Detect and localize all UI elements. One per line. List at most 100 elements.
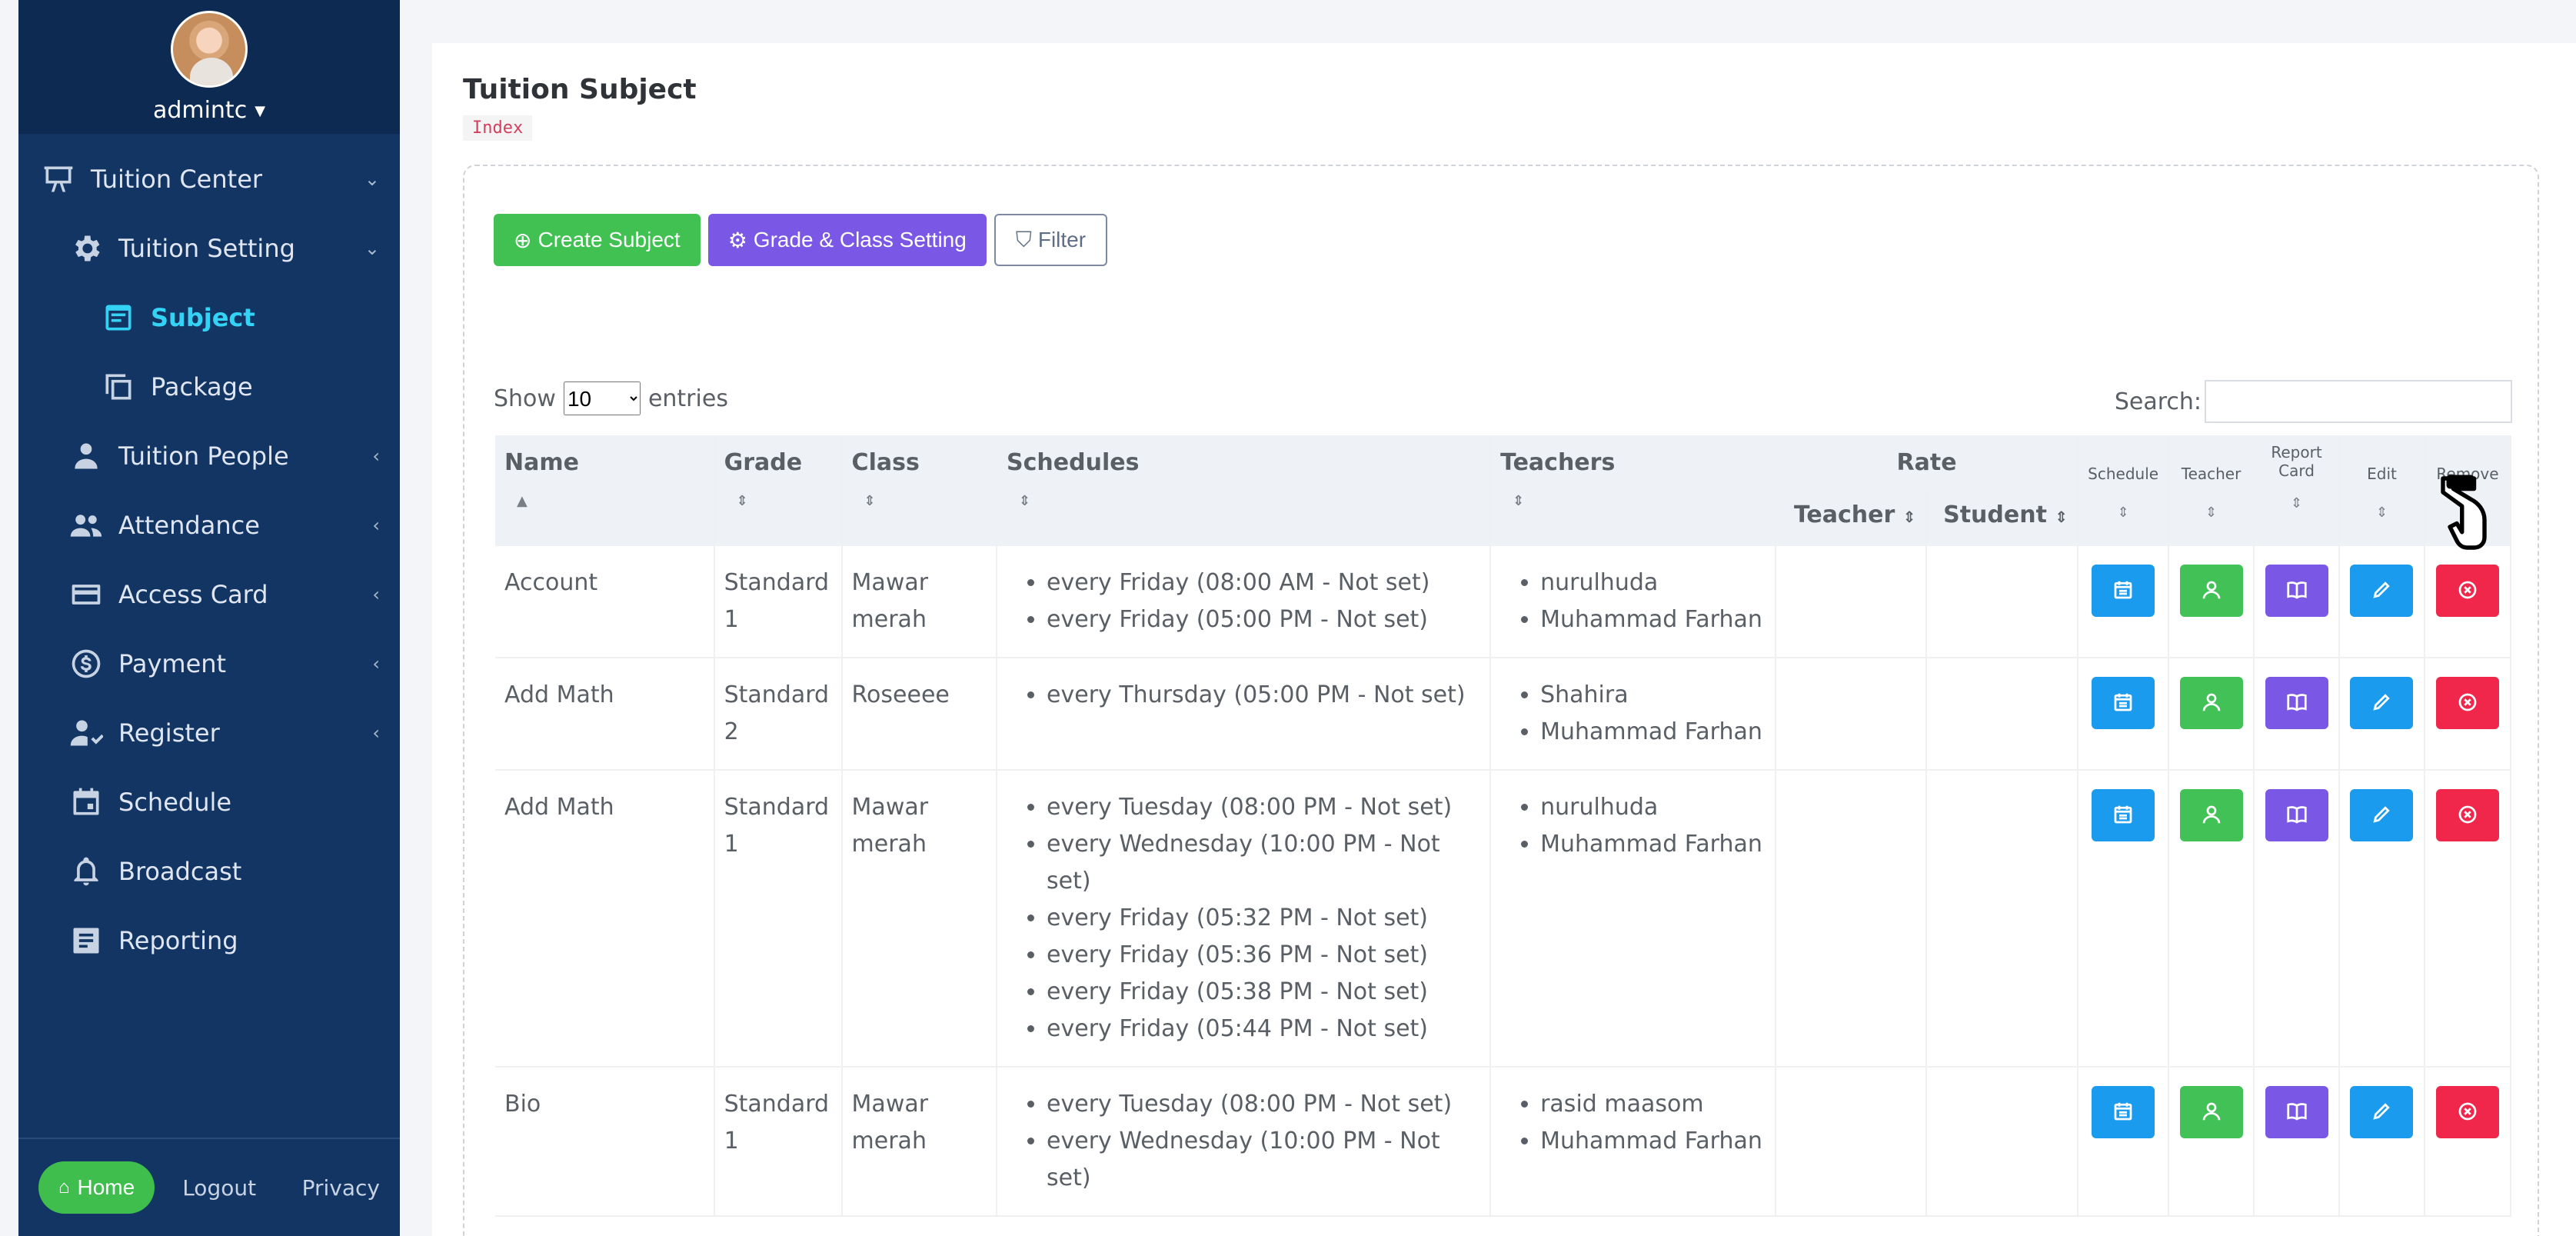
sort-icon: ⇕ — [1902, 508, 1916, 526]
bell-icon — [66, 855, 106, 888]
teacher-button[interactable] — [2179, 789, 2243, 841]
chevron-down-icon: ⌄ — [364, 238, 380, 259]
report-card-cell — [2254, 546, 2340, 658]
remove-button[interactable] — [2435, 677, 2499, 729]
sidebar-item-label: Tuition People — [118, 441, 289, 471]
schedule-button[interactable] — [2092, 565, 2155, 617]
remove-button[interactable] — [2435, 789, 2499, 841]
cell-teachers-item: Shahira — [1540, 677, 1766, 714]
search-input[interactable] — [2205, 380, 2512, 423]
col-rate-student[interactable]: Student ⇕ — [1925, 491, 2079, 546]
sidebar-item-tuition-setting[interactable]: Tuition Setting ⌄ — [18, 214, 400, 283]
create-subject-button[interactable]: ⊕ Create Subject — [494, 214, 701, 266]
col-name[interactable]: Name ▲ — [495, 435, 715, 546]
cell-teachers: nurulhudaMuhammad Farhan — [1490, 770, 1776, 1068]
logout-link[interactable]: Logout — [182, 1175, 256, 1201]
cell-teachers: ShahiraMuhammad Farhan — [1490, 658, 1776, 771]
sidebar-item-label: Broadcast — [118, 857, 242, 886]
edit-button[interactable] — [2350, 565, 2414, 617]
gear-icon: ⚙ — [727, 228, 747, 252]
teacher-cell — [2168, 1067, 2255, 1217]
sidebar-item-attendance[interactable]: Attendance ‹ — [18, 491, 400, 560]
teacher-button[interactable] — [2179, 565, 2243, 617]
col-rate-teacher[interactable]: Teacher ⇕ — [1775, 491, 1927, 546]
cell-name-value: Add Math — [504, 681, 614, 708]
cell-schedules: every Friday (08:00 AM - Not set)every F… — [997, 546, 1492, 658]
schedule-cell — [2078, 770, 2170, 1068]
sidebar-item-reporting[interactable]: Reporting — [18, 906, 400, 975]
home-button[interactable]: ⌂ Home — [38, 1161, 155, 1214]
col-teachers[interactable]: Teachers ⇕ — [1490, 435, 1776, 546]
cell-rate-student — [1925, 770, 2079, 1068]
hand-pointer-icon — [2441, 475, 2487, 550]
cell-schedules: every Thursday (05:00 PM - Not set) — [997, 658, 1492, 771]
cell-grade-value: Standard 1 — [724, 1091, 830, 1154]
remove-button[interactable] — [2435, 565, 2499, 617]
schedule-button[interactable] — [2092, 677, 2155, 729]
cell-class-value: Mawar merah — [851, 1091, 929, 1154]
table-body: Account Standard 1 Mawar merah every Friday… — [495, 546, 2512, 1217]
sidebar-item-tuition-center[interactable]: Tuition Center ⌄ — [18, 145, 400, 214]
col-grade[interactable]: Grade ⇕ — [714, 435, 843, 546]
sidebar-item-package[interactable]: Package — [18, 352, 400, 421]
sort-icon: ⇕ — [1019, 493, 1031, 509]
edit-button[interactable] — [2350, 677, 2414, 729]
home-label: Home — [77, 1175, 135, 1199]
col-schedule[interactable]: Schedule ⇕ — [2078, 435, 2170, 546]
sidebar-item-schedule[interactable]: Schedule — [18, 768, 400, 837]
table-row: Add Math Standard 1 Mawar merah every Tuesd… — [495, 770, 2512, 1068]
cell-schedules-item: every Thursday (05:00 PM - Not set) — [1047, 677, 1480, 714]
teacher-button[interactable] — [2179, 1086, 2243, 1138]
entries-control: Show 10 entries — [494, 381, 728, 415]
subject-table: Name ▲ Grade ⇕ Class ⇕ Schedules ⇕ Teachers ⇕… — [495, 435, 2512, 1217]
grade-class-setting-button[interactable]: ⚙ Grade & Class Setting — [707, 214, 987, 266]
sidebar-item-tuition-people[interactable]: Tuition People ‹ — [18, 421, 400, 491]
sidebar-item-register[interactable]: Register ‹ — [18, 698, 400, 768]
schedule-cell — [2078, 1067, 2170, 1217]
col-schedules[interactable]: Schedules ⇕ — [997, 435, 1492, 546]
sidebar-item-broadcast[interactable]: Broadcast — [18, 837, 400, 906]
edit-button[interactable] — [2350, 789, 2414, 841]
edit-button[interactable] — [2350, 1086, 2414, 1138]
col-report-card-label: Report Card — [2271, 443, 2322, 480]
report-card-button[interactable] — [2265, 1086, 2328, 1138]
report-card-button[interactable] — [2265, 677, 2328, 729]
cell-teachers-item: nurulhuda — [1540, 789, 1766, 826]
entries-select[interactable]: 10 — [563, 381, 641, 415]
schedule-button[interactable] — [2092, 1086, 2155, 1138]
sidebar-item-subject[interactable]: Subject — [18, 283, 400, 352]
person-icon — [66, 439, 106, 473]
col-name-label: Name — [504, 449, 579, 476]
report-card-button[interactable] — [2265, 789, 2328, 841]
privacy-link[interactable]: Privacy — [302, 1175, 380, 1201]
schedule-cell — [2078, 658, 2170, 771]
cell-name: Add Math — [495, 770, 715, 1068]
user-menu[interactable]: admintc ▼ — [18, 97, 400, 124]
sort-icon: ⇕ — [864, 493, 876, 509]
col-teacher[interactable]: Teacher ⇕ — [2168, 435, 2255, 546]
sidebar-item-access-card[interactable]: Access Card ‹ — [18, 560, 400, 629]
cell-teachers-item: Muhammad Farhan — [1540, 601, 1766, 638]
sidebar-item-payment[interactable]: Payment ‹ — [18, 629, 400, 698]
filter-button[interactable]: ⛉ Filter — [993, 214, 1108, 266]
edit-cell — [2339, 770, 2425, 1068]
teacher-button[interactable] — [2179, 677, 2243, 729]
cell-grade: Standard 2 — [714, 658, 843, 771]
cell-class: Mawar merah — [841, 770, 998, 1068]
remove-button[interactable] — [2435, 1086, 2499, 1138]
chevron-left-icon: ‹ — [372, 722, 380, 744]
home-icon: ⌂ — [58, 1177, 70, 1198]
cell-teachers: rasid maasomMuhammad Farhan — [1490, 1067, 1776, 1217]
remove-cell — [2424, 658, 2512, 771]
col-class[interactable]: Class ⇕ — [841, 435, 998, 546]
col-edit[interactable]: Edit ⇕ — [2339, 435, 2425, 546]
close-circle-icon — [2456, 1100, 2479, 1125]
person-check-icon — [66, 716, 106, 750]
col-report-card[interactable]: Report Card ⇕ — [2254, 435, 2340, 546]
sidebar-item-label: Schedule — [118, 788, 232, 817]
report-card-button[interactable] — [2265, 565, 2328, 617]
breadcrumb[interactable]: Index — [463, 115, 533, 141]
teacher-cell — [2168, 770, 2255, 1068]
avatar[interactable] — [171, 11, 248, 88]
schedule-button[interactable] — [2092, 789, 2155, 841]
